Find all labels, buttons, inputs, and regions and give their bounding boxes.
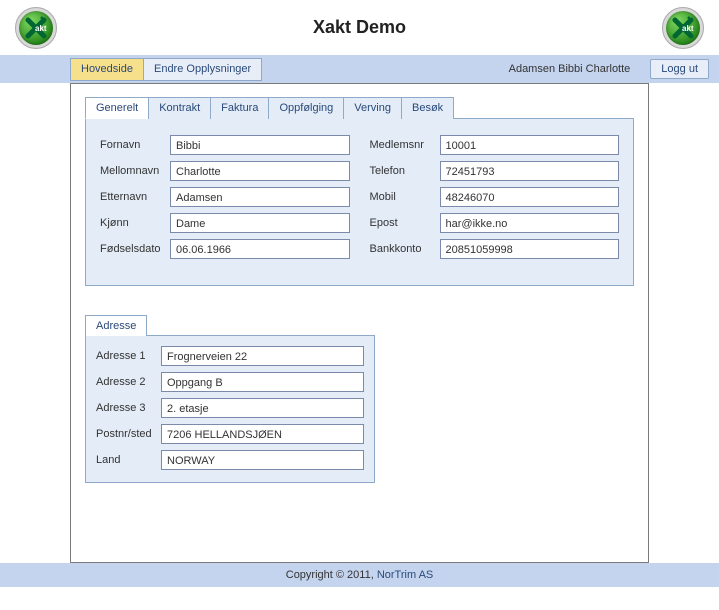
label-medlemsnr: Medlemsnr bbox=[370, 139, 440, 151]
menu-hovedside[interactable]: Hovedside bbox=[71, 59, 144, 80]
tab-kontrakt[interactable]: Kontrakt bbox=[148, 97, 211, 119]
main-panel: Generelt Kontrakt Faktura Oppfølging Ver… bbox=[70, 83, 649, 563]
field-fodselsdato[interactable]: 06.06.1966 bbox=[170, 239, 350, 259]
label-fornavn: Fornavn bbox=[100, 139, 170, 151]
label-postnr: Postnr/sted bbox=[96, 428, 161, 440]
tab-oppfolging[interactable]: Oppfølging bbox=[268, 97, 344, 119]
field-etternavn[interactable]: Adamsen bbox=[170, 187, 350, 207]
field-bankkonto[interactable]: 20851059998 bbox=[440, 239, 620, 259]
footer-copyright: Copyright © 2011, bbox=[286, 569, 377, 581]
xakt-logo-icon: akt bbox=[22, 14, 50, 42]
label-telefon: Telefon bbox=[370, 165, 440, 177]
field-mellomnavn[interactable]: Charlotte bbox=[170, 161, 350, 181]
field-mobil[interactable]: 48246070 bbox=[440, 187, 620, 207]
label-adresse3: Adresse 3 bbox=[96, 402, 161, 414]
tab-adresse[interactable]: Adresse bbox=[85, 315, 147, 336]
logo-right: akt bbox=[662, 7, 704, 49]
field-kjonn[interactable]: Dame bbox=[170, 213, 350, 233]
tab-verving[interactable]: Verving bbox=[343, 97, 402, 119]
header-bar: akt Xakt Demo akt bbox=[0, 0, 719, 55]
footer-link[interactable]: NorTrim AS bbox=[377, 569, 433, 581]
footer: Copyright © 2011, NorTrim AS bbox=[0, 563, 719, 587]
xakt-logo-icon: akt bbox=[669, 14, 697, 42]
tab-faktura[interactable]: Faktura bbox=[210, 97, 269, 119]
page-title: Xakt Demo bbox=[313, 17, 406, 38]
field-adresse2[interactable]: Oppgang B bbox=[161, 372, 364, 392]
tab-generelt[interactable]: Generelt bbox=[85, 97, 149, 119]
tab-body-generelt: Fornavn Bibbi Mellomnavn Charlotte Etter… bbox=[85, 119, 634, 286]
field-fornavn[interactable]: Bibbi bbox=[170, 135, 350, 155]
field-land[interactable]: NORWAY bbox=[161, 450, 364, 470]
label-kjonn: Kjønn bbox=[100, 217, 170, 229]
tab-besok[interactable]: Besøk bbox=[401, 97, 454, 119]
svg-text:akt: akt bbox=[682, 24, 694, 33]
label-fodselsdato: Fødselsdato bbox=[100, 243, 170, 255]
field-medlemsnr[interactable]: 10001 bbox=[440, 135, 620, 155]
label-etternavn: Etternavn bbox=[100, 191, 170, 203]
menu-endre-opplysninger[interactable]: Endre Opplysninger bbox=[144, 59, 261, 80]
label-bankkonto: Bankkonto bbox=[370, 243, 440, 255]
label-epost: Epost bbox=[370, 217, 440, 229]
logo-left: akt bbox=[15, 7, 57, 49]
label-mobil: Mobil bbox=[370, 191, 440, 203]
field-postnr[interactable]: 7206 HELLANDSJØEN bbox=[161, 424, 364, 444]
label-land: Land bbox=[96, 454, 161, 466]
label-adresse1: Adresse 1 bbox=[96, 350, 161, 362]
svg-text:akt: akt bbox=[35, 24, 47, 33]
label-adresse2: Adresse 2 bbox=[96, 376, 161, 388]
field-telefon[interactable]: 72451793 bbox=[440, 161, 620, 181]
logout-button[interactable]: Logg ut bbox=[650, 59, 709, 79]
menu-bar: Hovedside Endre Opplysninger Adamsen Bib… bbox=[0, 55, 719, 83]
field-adresse3[interactable]: 2. etasje bbox=[161, 398, 364, 418]
field-adresse1[interactable]: Frognerveien 22 bbox=[161, 346, 364, 366]
label-mellomnavn: Mellomnavn bbox=[100, 165, 170, 177]
field-epost[interactable]: har@ikke.no bbox=[440, 213, 620, 233]
detail-tabs: Generelt Kontrakt Faktura Oppfølging Ver… bbox=[85, 96, 634, 119]
current-user-label: Adamsen Bibbi Charlotte bbox=[509, 63, 651, 75]
address-panel: Adresse 1 Frognerveien 22 Adresse 2 Oppg… bbox=[85, 335, 375, 483]
